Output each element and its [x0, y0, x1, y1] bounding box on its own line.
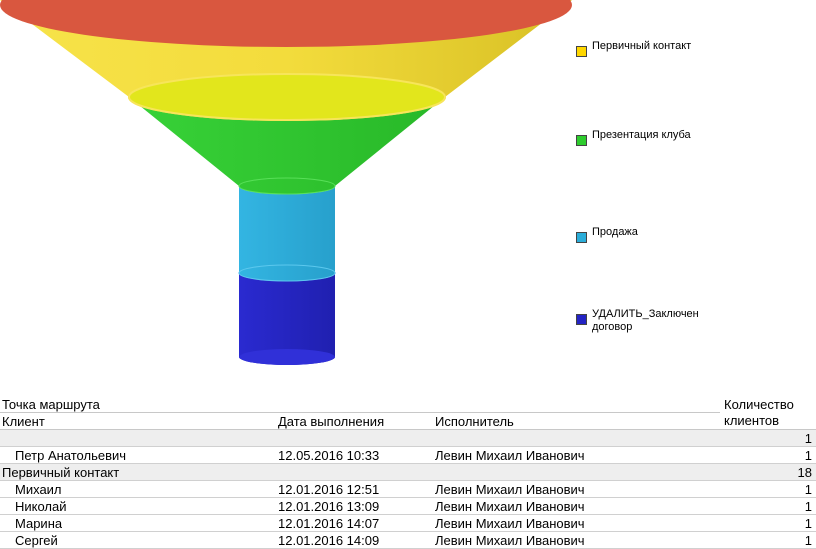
group-name: Первичный контакт — [2, 465, 120, 480]
count-cell: 1 — [804, 448, 812, 463]
group-count: 1 — [804, 431, 812, 446]
funnel-segment-contract-bottom — [239, 349, 335, 365]
header-executor: Исполнитель — [435, 414, 514, 429]
legend-label: Продажа — [592, 226, 638, 238]
count-cell: 1 — [804, 516, 812, 531]
executor-cell: Левин Михаил Иванович — [435, 516, 585, 531]
table-header: Точка маршрута Клиент Дата выполнения Ис… — [0, 395, 816, 430]
legend-label: УДАЛИТЬ_Заключен договор — [592, 308, 699, 333]
header-count-line1: Количество — [724, 397, 794, 412]
count-cell: 1 — [804, 499, 812, 514]
client-cell: Михаил — [15, 482, 62, 497]
legend-swatch — [576, 46, 587, 57]
count-cell: 1 — [804, 482, 812, 497]
date-cell: 12.05.2016 10:33 — [278, 448, 380, 463]
report-table: Точка маршрута Клиент Дата выполнения Ис… — [0, 395, 816, 549]
client-cell: Марина — [15, 516, 63, 531]
group-count: 18 — [797, 465, 812, 480]
group-row[interactable]: Первичный контакт 18 — [0, 464, 816, 481]
header-client: Клиент — [2, 414, 45, 429]
legend-swatch — [576, 135, 587, 146]
client-cell: Петр Анатольевич — [15, 448, 127, 463]
table-row[interactable]: Петр Анатольевич 12.05.2016 10:33 Левин Ми… — [0, 447, 816, 464]
legend-item-primary-contact: Первичный контакт — [576, 40, 692, 57]
group-row[interactable]: 1 — [0, 430, 816, 447]
legend-item-club-presentation: Презентация клуба — [576, 129, 692, 146]
header-date: Дата выполнения — [278, 414, 385, 429]
table-row[interactable]: Марина 12.01.2016 14:07 Левин Михаил Ивано… — [0, 515, 816, 532]
executor-cell: Левин Михаил Иванович — [435, 448, 585, 463]
legend-swatch — [576, 232, 587, 243]
legend-item-contract-signed: УДАЛИТЬ_Заключен договор — [576, 308, 699, 334]
funnel-segment-primary-bottom-face — [128, 73, 446, 121]
funnel-chart — [0, 0, 572, 365]
header-divider — [0, 412, 720, 413]
executor-cell: Левин Михаил Иванович — [435, 499, 585, 514]
header-route-point: Точка маршрута — [2, 397, 100, 412]
funnel-segment-sale — [239, 186, 335, 281]
legend-swatch — [576, 314, 587, 325]
table-row[interactable]: Николай 12.01.2016 13:09 Левин Михаил Иван… — [0, 498, 816, 515]
legend-label: Презентация клуба — [592, 129, 691, 141]
client-cell: Николай — [15, 499, 67, 514]
header-count-line2: клиентов — [724, 413, 780, 428]
executor-cell: Левин Михаил Иванович — [435, 482, 585, 497]
date-cell: 12.01.2016 13:09 — [278, 499, 380, 514]
date-cell: 12.01.2016 14:07 — [278, 516, 380, 531]
funnel-chart-area: Первичный контакт Презентация клуба Прод… — [0, 0, 816, 395]
legend-label: Первичный контакт — [592, 40, 692, 52]
date-cell: 12.01.2016 12:51 — [278, 482, 380, 497]
table-row[interactable]: Михаил 12.01.2016 12:51 Левин Михаил Ивано… — [0, 481, 816, 498]
legend-item-sale: Продажа — [576, 226, 692, 243]
